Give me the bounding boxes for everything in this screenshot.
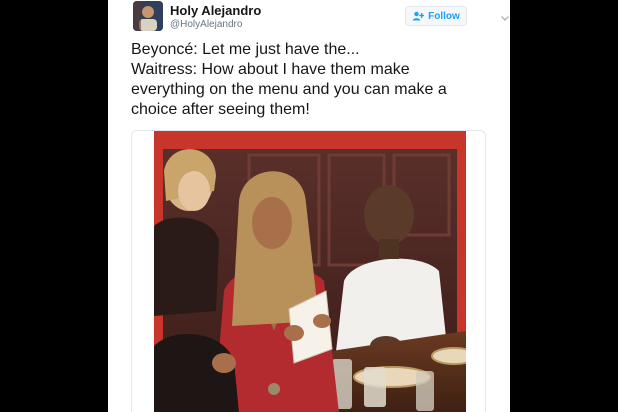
tweet-card: Holy Alejandro @HolyAlejandro Follow Bey… [108,0,510,412]
follow-button-label: Follow [428,10,460,22]
author-handle[interactable]: @HolyAlejandro [170,19,242,30]
follow-person-plus-icon [412,11,425,21]
tweet-text-line: Waitress: How about I have them make [131,61,410,78]
tweet-text-line: Beyoncé: Let me just have the... [131,41,360,58]
tweet-photo[interactable] [154,131,466,412]
author-avatar[interactable] [133,1,163,31]
tweet-media[interactable] [131,130,486,412]
tweet-text: Beyoncé: Let me just have the... Waitres… [131,40,503,120]
chevron-down-icon[interactable] [500,10,510,21]
author-display-name[interactable]: Holy Alejandro [170,3,261,18]
tweet-header: Holy Alejandro @HolyAlejandro Follow [130,0,509,40]
follow-button[interactable]: Follow [405,6,467,26]
tweet-text-line: everything on the menu and you can make … [131,81,447,98]
tweet-text-line: choice after seeing them! [131,101,310,118]
